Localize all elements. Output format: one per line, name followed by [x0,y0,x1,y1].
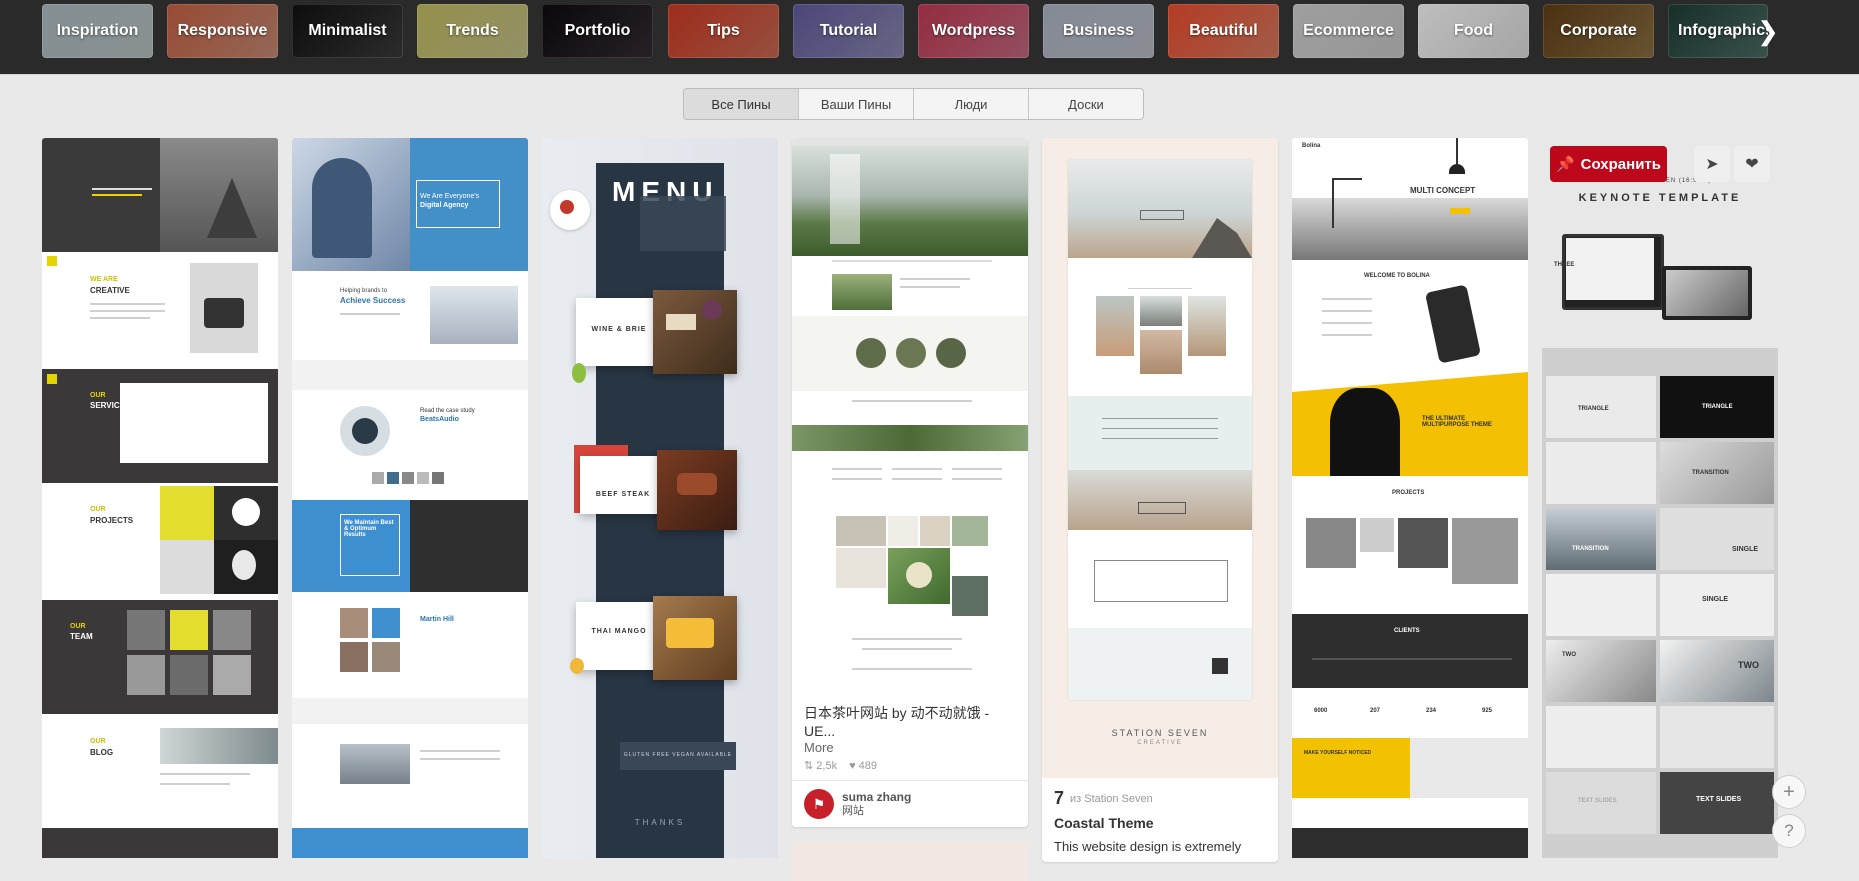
pin-title[interactable]: Coastal Theme [1042,809,1278,831]
save-button[interactable]: 📌 Сохранить [1550,146,1667,182]
category-ecommerce[interactable]: Ecommerce [1293,4,1404,58]
menu-footer: GLUTEN FREE VEGAN AVAILABLE [623,752,733,758]
keynote-title: KEYNOTE TEMPLATE [1578,192,1742,204]
bolina-welcome: WELCOME TO BOLINA [1364,273,1430,279]
menu-thanks: THANKS [634,818,686,827]
heart-icon: ❤ [1745,156,1759,173]
pin-agency[interactable]: We Are Everyone's Digital Agency Helping… [292,138,528,858]
category-beautiful[interactable]: Beautiful [1168,4,1279,58]
menu-item-1: WINE & BRIE [591,326,647,333]
category-wordpress[interactable]: Wordpress [918,4,1029,58]
menu-item-2: BEEF STEAK [595,491,651,498]
pinterest-logo-icon: ⚑ [804,789,834,819]
help-button[interactable]: ? [1772,814,1806,848]
slide-label: THREE [1554,262,1575,268]
menu-item-3: THAI MANGO [591,628,647,635]
category-tutorial[interactable]: Tutorial [793,4,904,58]
send-icon: ➤ [1705,156,1719,173]
slide-label: SINGLE [1702,596,1729,603]
slide-label: TRANSITION [1692,470,1729,476]
tab-3[interactable]: Доски [1029,89,1143,119]
stat-value: 234 [1426,708,1437,714]
pinner-name[interactable]: suma zhang [842,790,911,804]
category-tips[interactable]: Tips [668,4,779,58]
pin-filter-tabs: Все Пины Ваши Пины Люди Доски [683,88,1144,120]
chevron-right-icon[interactable]: ❯ [1750,8,1786,54]
send-button[interactable]: ➤ [1694,146,1730,182]
question-icon: ? [1784,821,1794,840]
pin-title[interactable]: 日本茶叶网站 by 动不动就饿 - UE... [792,696,1028,740]
pin-coastal[interactable]: STATION SEVEN CREATIVE 7 из Station Seve… [1042,138,1278,862]
like-button[interactable]: ❤ [1734,146,1770,182]
slide-label: TEXT SLIDES [1696,796,1742,803]
category-responsive[interactable]: Responsive [167,4,278,58]
station-sub: CREATIVE [1137,740,1183,746]
bolina-noticed: MAKE YOURSELF NOTICED [1304,750,1372,756]
bolina-headline: MULTI CONCEPT [1410,186,1476,195]
bolina-brand: Bolina [1302,143,1321,149]
repin-count: ⇅ 2,5k [804,760,838,772]
pin-source[interactable]: из Station Seven [1070,793,1153,805]
stat-value: 925 [1482,708,1493,714]
category-portfolio[interactable]: Portfolio [542,4,653,58]
category-food[interactable]: Food [1418,4,1529,58]
category-minimalist[interactable]: Minimalist [292,4,403,58]
like-count: ♥ 489 [849,759,878,772]
pin-menu[interactable]: MENU WINE & BRIE BEEF STEAK THAI MANGO G… [542,138,778,858]
save-button-label: Сохранить [1580,155,1661,173]
pinner-board[interactable]: 网站 [842,804,911,818]
category-business[interactable]: Business [1043,4,1154,58]
pin-creative[interactable]: WE ARE CREATIVE OUR SERVICES OUR PROJECT… [42,138,278,858]
pinner-info[interactable]: ⚑ suma zhang 网站 [792,781,1028,827]
slide-label: SINGLE [1732,546,1759,553]
category-inspiration[interactable]: Inspiration [42,4,153,58]
category-corporate[interactable]: Corporate [1543,4,1654,58]
pin-tea[interactable]: 日本茶叶网站 by 动不动就饿 - UE... More ⇅ 2,5k ♥ 48… [792,138,1028,881]
add-pin-button[interactable]: + [1772,775,1806,809]
pin-image[interactable]: Bolina MULTI CONCEPT WELCOME TO BOLINA T… [1292,138,1528,858]
heart-icon: ♥ [849,759,856,772]
slide-label: TEXT SLIDES [1578,798,1617,804]
pin-image[interactable]: WE ARE CREATIVE OUR SERVICES OUR PROJECT… [42,138,278,858]
plus-icon: + [1783,780,1795,803]
pin-image[interactable]: WIDE SCREEN (16:9HD) KEYNOTE TEMPLATE TH… [1542,138,1778,858]
pin-description: This website design is extremely [1054,839,1242,854]
pin-icon: 📌 [1555,156,1575,173]
pin-bolina[interactable]: Bolina MULTI CONCEPT WELCOME TO BOLINA T… [1292,138,1528,858]
pin-count: 7 [1054,788,1065,808]
slide-label: TRIANGLE [1702,404,1733,410]
pin-image[interactable]: We Are Everyone's Digital Agency Helping… [292,138,528,858]
bolina-ultimate: THE ULTIMATE MULTIPURPOSE THEME [1422,416,1492,428]
category-trends[interactable]: Trends [417,4,528,58]
stat-value: 6000 [1314,708,1328,714]
tab-0[interactable]: Все Пины [684,89,799,119]
slide-label: TRIANGLE [1578,406,1609,412]
bolina-clients: CLIENTS [1394,628,1420,634]
slide-label: TRANSITION [1572,546,1609,552]
pin-image[interactable]: STATION SEVEN CREATIVE [1042,138,1278,778]
tab-2[interactable]: Люди [914,89,1029,119]
more-link[interactable]: More [792,740,1028,755]
next-pin-preview[interactable] [792,841,1028,881]
bolina-projects: PROJECTS [1392,490,1425,496]
station-title: STATION SEVEN [1111,728,1209,738]
repin-icon: ⇅ [804,760,814,772]
category-bar: Inspiration Responsive Minimalist Trends Por… [0,0,1859,75]
stat-value: 207 [1370,708,1381,714]
slide-label: TWO [1562,652,1576,658]
pin-image[interactable] [792,138,1028,696]
slide-label: TWO [1738,660,1759,670]
tab-1[interactable]: Ваши Пины [799,89,914,119]
pin-keynote[interactable]: WIDE SCREEN (16:9HD) KEYNOTE TEMPLATE TH… [1542,138,1778,858]
pin-image[interactable]: MENU WINE & BRIE BEEF STEAK THAI MANGO G… [542,138,778,858]
